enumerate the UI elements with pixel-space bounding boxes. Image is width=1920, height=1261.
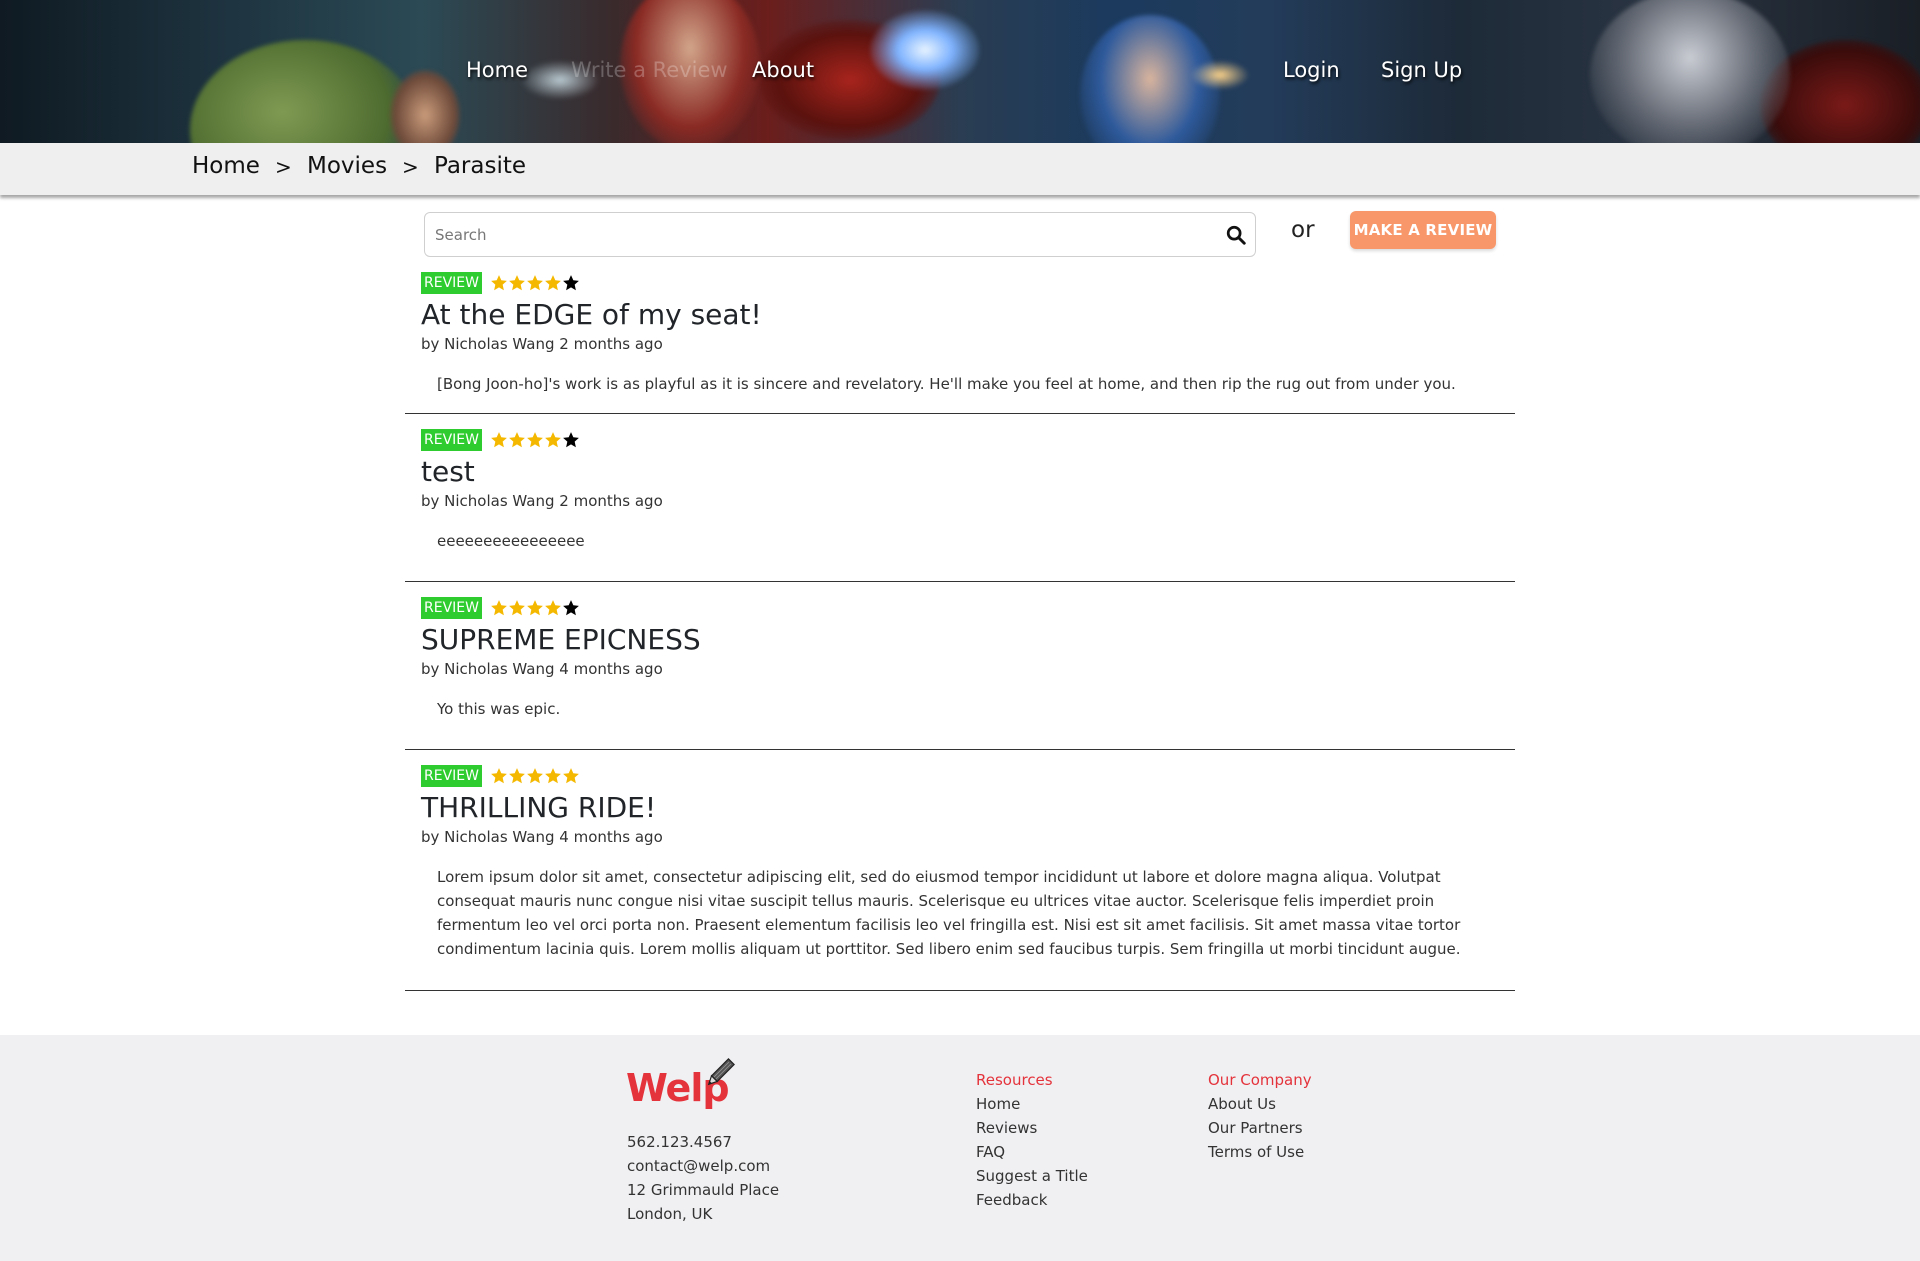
star-filled-icon [509,432,525,448]
breadcrumb-current: Parasite [434,153,527,179]
review-item: REVIEW At the EDGE of my seat! by Nichol… [405,271,1515,414]
review-badge: REVIEW [421,597,482,619]
review-byline: by Nicholas Wang 2 months ago [421,335,663,353]
breadcrumb-separator: > [402,155,419,179]
or-label: or [1291,217,1315,243]
nav-login[interactable]: Login [1283,58,1340,82]
review-item: REVIEW THRILLING RIDE! by Nicholas Wang … [405,764,1515,991]
review-byline: by Nicholas Wang 4 months ago [421,828,663,846]
review-body: eeeeeeeeeeeeeeee [437,532,585,550]
nav-signup[interactable]: Sign Up [1381,58,1462,82]
banner-art-hulk [190,40,420,143]
star-rating [490,431,580,449]
make-review-button[interactable]: MAKE A REVIEW [1350,211,1496,249]
star-empty-icon [563,432,579,448]
star-filled-icon [545,432,561,448]
footer-phone: 562.123.4567 [627,1133,732,1151]
breadcrumb-movies[interactable]: Movies [307,153,387,179]
footer-address-line1: 12 Grimmauld Place [627,1181,780,1199]
star-filled-icon [545,600,561,616]
footer-resources: Resources Home Reviews FAQ Suggest a Tit… [976,1068,1088,1212]
star-empty-icon [563,600,579,616]
banner-art-hawkeye [390,70,460,143]
review-badge: REVIEW [421,429,482,451]
pencil-icon [707,1058,735,1086]
nav-about[interactable]: About [752,58,814,82]
breadcrumb: Home > Movies > Parasite [0,143,1920,195]
footer-link-terms[interactable]: Terms of Use [1208,1140,1312,1164]
star-filled-icon [491,768,507,784]
review-body: Yo this was epic. [437,700,561,718]
nav-home[interactable]: Home [466,58,528,82]
review-badge: REVIEW [421,765,482,787]
footer-link-partners[interactable]: Our Partners [1208,1116,1312,1140]
footer-company: Our Company About Us Our Partners Terms … [1208,1068,1312,1164]
footer-address-line2: London, UK [627,1205,713,1223]
nav-write-review[interactable]: Write a Review [571,58,728,82]
star-filled-icon [545,275,561,291]
footer-email[interactable]: contact@welp.com [627,1154,779,1178]
search-input[interactable] [425,213,1205,256]
banner-art-spark [1190,60,1250,90]
review-title[interactable]: THRILLING RIDE! [421,791,1515,825]
star-rating [490,274,580,292]
footer-resources-heading: Resources [976,1071,1053,1089]
footer [0,1035,1920,1261]
star-filled-icon [491,600,507,616]
footer-link-about-us[interactable]: About Us [1208,1092,1312,1116]
star-filled-icon [527,432,543,448]
review-body: Lorem ipsum dolor sit amet, consectetur … [437,868,1461,958]
footer-link-feedback[interactable]: Feedback [976,1188,1088,1212]
star-rating [490,767,580,785]
star-filled-icon [509,275,525,291]
banner-art-thor [1590,0,1790,143]
star-filled-icon [545,768,561,784]
footer-contact: 562.123.4567 contact@welp.com 12 Grimmau… [627,1130,779,1226]
footer-company-heading: Our Company [1208,1071,1312,1089]
star-filled-icon [527,275,543,291]
star-filled-icon [527,768,543,784]
star-filled-icon [527,600,543,616]
footer-link-reviews[interactable]: Reviews [976,1116,1088,1140]
welp-logo[interactable]: Welp [626,1056,736,1116]
footer-link-home[interactable]: Home [976,1092,1088,1116]
star-filled-icon [563,768,579,784]
review-byline: by Nicholas Wang 2 months ago [421,492,663,510]
review-body: [Bong Joon-ho]'s work is as playful as i… [437,375,1456,393]
footer-link-faq[interactable]: FAQ [976,1140,1088,1164]
breadcrumb-separator: > [275,155,292,179]
star-empty-icon [563,275,579,291]
review-title[interactable]: At the EDGE of my seat! [421,298,1515,332]
review-item: REVIEW test by Nicholas Wang 2 months ag… [405,428,1515,582]
review-item: REVIEW SUPREME EPICNESS by Nicholas Wang… [405,596,1515,750]
search-icon[interactable] [1225,224,1247,246]
review-list: REVIEW At the EDGE of my seat! by Nichol… [405,268,1515,991]
review-badge: REVIEW [421,272,482,294]
banner-art-repulsor [870,10,980,90]
star-filled-icon [491,275,507,291]
review-title[interactable]: test [421,455,1515,489]
search-box [424,212,1256,257]
hero-banner: Home Write a Review About Login Sign Up [0,0,1920,143]
star-filled-icon [509,600,525,616]
star-rating [490,599,580,617]
star-filled-icon [491,432,507,448]
review-byline: by Nicholas Wang 4 months ago [421,660,663,678]
footer-link-suggest-title[interactable]: Suggest a Title [976,1164,1088,1188]
review-title[interactable]: SUPREME EPICNESS [421,623,1515,657]
breadcrumb-home[interactable]: Home [192,153,260,179]
star-filled-icon [509,768,525,784]
